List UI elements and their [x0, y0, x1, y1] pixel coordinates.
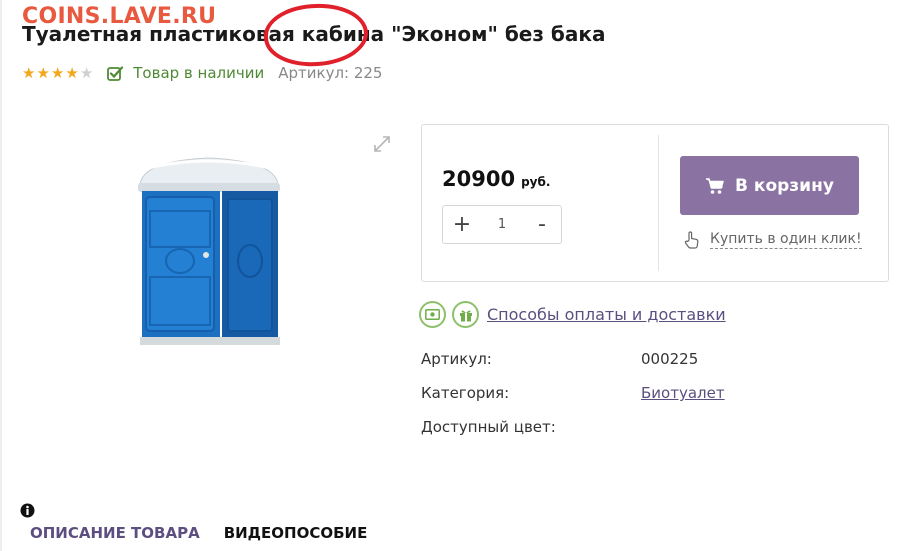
sku-inline: Артикул: 225 — [278, 64, 383, 82]
money-icon — [419, 301, 446, 328]
product-properties: Артикул: 000225 Категория: Биотуалет Дос… — [421, 350, 725, 452]
rating-stars: ★ ★ ★ ★ ★ — [22, 64, 93, 82]
property-row: Артикул: 000225 — [421, 350, 725, 384]
buy-divider — [658, 135, 659, 271]
price-value: 20900 — [442, 167, 516, 191]
qty-plus-button[interactable]: + — [443, 212, 481, 237]
page-left-edge — [0, 0, 2, 551]
category-link[interactable]: Биотуалет — [641, 384, 725, 402]
delivery-info: Способы оплаты и доставки — [419, 301, 726, 328]
price: 20900 руб. — [442, 167, 550, 191]
property-value: 000225 — [641, 350, 699, 368]
stock-status: Товар в наличии — [107, 64, 264, 82]
property-row: Категория: Биотуалет — [421, 384, 725, 418]
annotation-circle — [261, 0, 371, 70]
quantity-stepper: + 1 - — [442, 205, 562, 244]
payment-delivery-link[interactable]: Способы оплаты и доставки — [487, 305, 726, 324]
one-click-buy-link[interactable]: Купить в один клик! — [684, 231, 862, 249]
qty-value[interactable]: 1 — [481, 217, 523, 232]
stock-text: Товар в наличии — [133, 64, 265, 82]
property-row: Доступный цвет: — [421, 418, 725, 452]
product-image[interactable] — [130, 155, 290, 350]
property-label: Категория: — [421, 384, 510, 402]
product-tabs: ОПИСАНИЕ ТОВАРА ВИДЕОПОСОБИЕ — [30, 524, 391, 542]
star-icon: ★ — [36, 64, 50, 82]
property-label: Доступный цвет: — [421, 418, 556, 436]
price-currency: руб. — [521, 175, 551, 189]
buy-box: 20900 руб. + 1 - В корзину Купить в один… — [421, 124, 889, 282]
add-to-cart-button[interactable]: В корзину — [680, 156, 859, 215]
property-label: Артикул: — [421, 350, 492, 368]
add-to-cart-label: В корзину — [735, 175, 834, 196]
cart-icon — [705, 177, 725, 195]
check-square-icon — [107, 65, 124, 81]
one-click-buy-label: Купить в один клик! — [710, 231, 862, 249]
info-circle-icon[interactable] — [20, 503, 35, 518]
star-icon: ★ — [22, 64, 36, 82]
expand-arrows-icon[interactable] — [372, 134, 392, 154]
tab-video-guide[interactable]: ВИДЕОПОСОБИЕ — [224, 524, 368, 542]
tab-description[interactable]: ОПИСАНИЕ ТОВАРА — [30, 524, 200, 542]
gift-icon — [452, 301, 479, 328]
star-icon: ★ — [65, 64, 79, 82]
star-empty-icon: ★ — [79, 64, 94, 82]
qty-minus-button[interactable]: - — [523, 212, 561, 237]
star-icon: ★ — [50, 64, 65, 82]
product-meta: ★ ★ ★ ★ ★ Товар в наличии Артикул: 225 — [22, 62, 382, 84]
hand-pointer-icon — [684, 231, 700, 249]
